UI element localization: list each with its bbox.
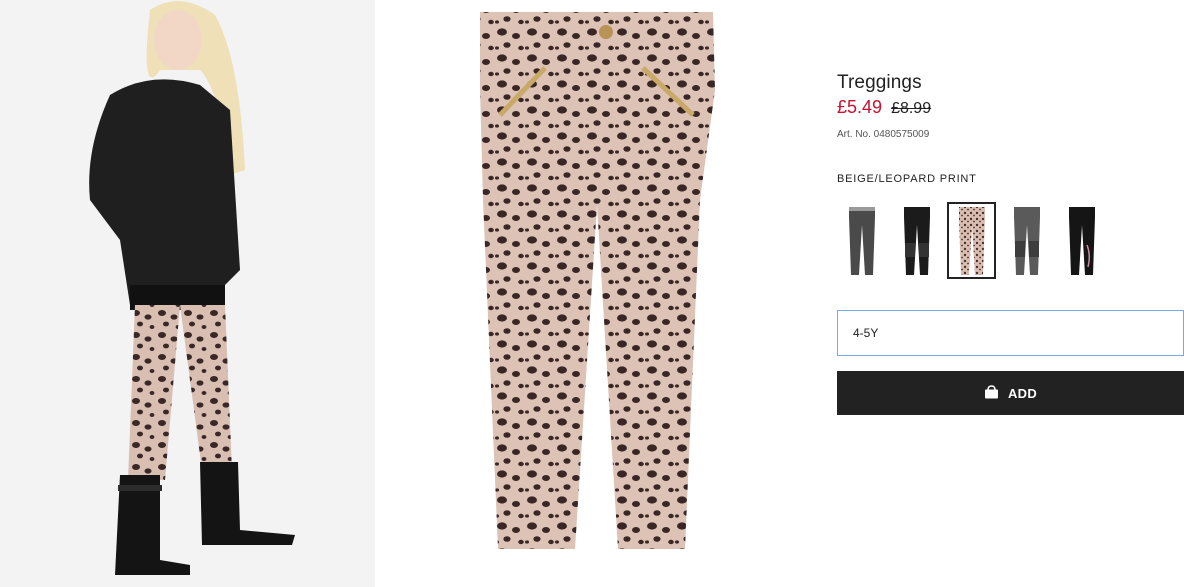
shopping-bag-icon: [984, 384, 999, 402]
swatch-grey-jeggings[interactable]: [837, 202, 886, 279]
sale-price: £5.49: [837, 97, 883, 117]
swatch-thumb-icon: [1013, 206, 1040, 275]
selected-color-label: BEIGE/LEOPARD PRINT: [837, 173, 977, 185]
product-photo: [375, 0, 810, 587]
product-info: Treggings £5.49 £8.99 Art. No. 048057500…: [837, 72, 1184, 185]
swatch-thumb-icon: [903, 206, 930, 275]
swatch-black-print-treggings[interactable]: [1057, 202, 1106, 279]
color-swatches: [837, 202, 1112, 279]
swatch-thumb-icon: [958, 206, 985, 275]
size-select[interactable]: 4-5Y: [837, 310, 1184, 356]
swatch-dark-grey-patch-treggings[interactable]: [1002, 202, 1051, 279]
original-price: £8.99: [891, 100, 932, 117]
size-select-value: 4-5Y: [853, 326, 879, 340]
article-number: Art. No. 0480575009: [837, 129, 930, 140]
model-photo: [0, 0, 375, 587]
product-title: Treggings: [837, 72, 922, 93]
swatch-beige-leopard-treggings[interactable]: [947, 202, 996, 279]
add-to-bag-button[interactable]: ADD: [837, 371, 1184, 415]
add-button-label: ADD: [1007, 385, 1038, 401]
swatch-thumb-icon: [1068, 206, 1095, 275]
swatch-thumb-icon: [848, 206, 875, 275]
swatch-black-zip-treggings[interactable]: [892, 202, 941, 279]
price-row: £5.49 £8.99: [837, 97, 1184, 118]
